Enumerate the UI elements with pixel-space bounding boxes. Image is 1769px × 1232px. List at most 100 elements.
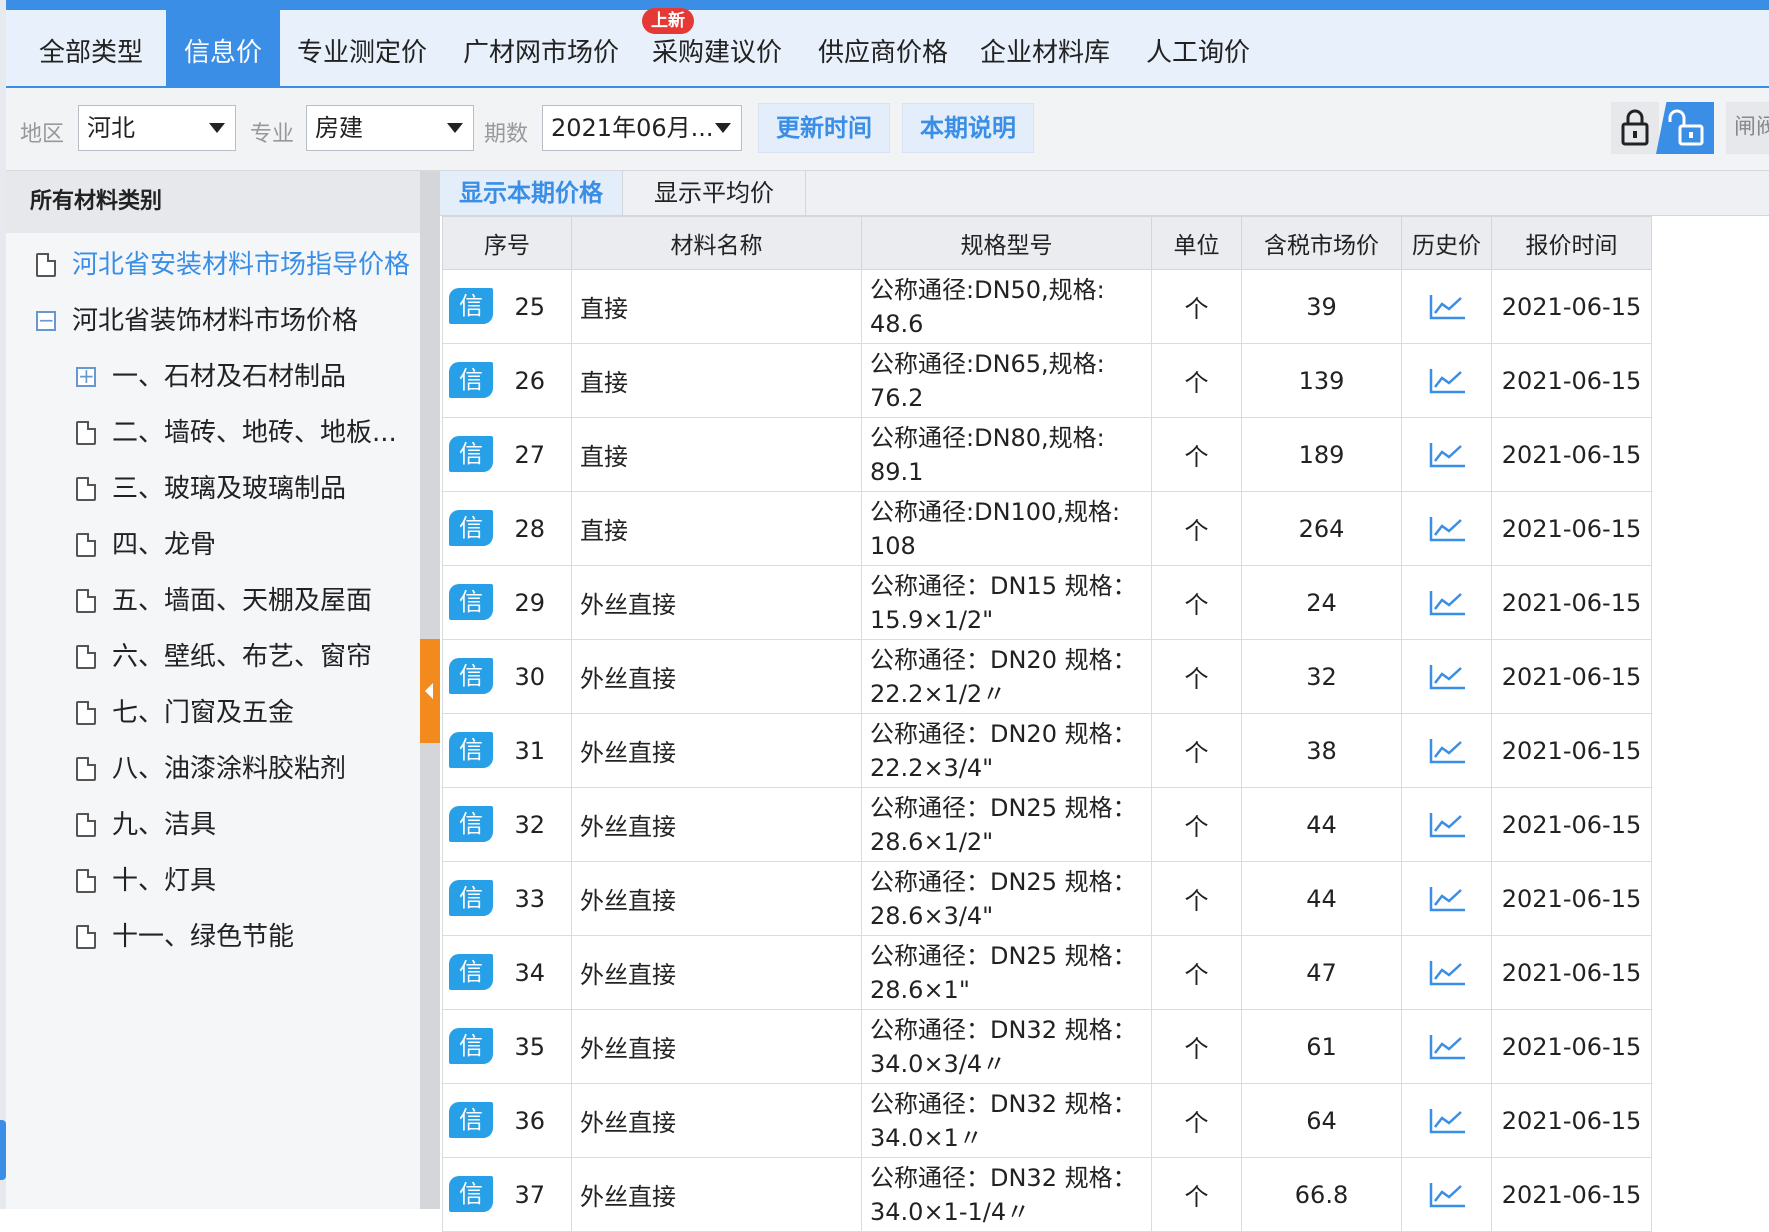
region-select[interactable]: 河北 [78,105,236,151]
col-header-price[interactable]: 含税市场价 [1241,216,1402,270]
tab-professional-price[interactable]: 专业测定价 [288,10,436,86]
update-time-button[interactable]: 更新时间 [758,103,890,153]
cell-no: 信 32 [442,787,572,862]
cell-history[interactable] [1401,639,1492,714]
col-header-name[interactable]: 材料名称 [571,216,862,270]
tree-item-doors-hardware[interactable]: 七、门窗及五金 [70,693,410,733]
line-chart-icon [1429,1182,1465,1207]
info-price-badge-icon[interactable]: 信 [449,658,493,694]
cell-history[interactable] [1401,861,1492,936]
table-row[interactable]: 信 36 外丝直接 公称通径：DN32 规格： 34.0×1〃个 64 2021-06-1… [442,1083,1652,1158]
tree-item-keel[interactable]: 四、龙骨 [70,525,410,565]
cell-spec: 公称通径：DN25 规格： 28.6×1" [861,935,1152,1010]
cell-spec: 公称通径：DN25 规格： 28.6×3/4" [861,861,1152,936]
tree-item-green-energy[interactable]: 十一、绿色节能 [70,917,410,957]
cell-history[interactable] [1401,565,1492,640]
col-header-history[interactable]: 历史价 [1401,216,1492,270]
period-note-button[interactable]: 本期说明 [902,103,1034,153]
info-price-badge-icon[interactable]: 信 [449,584,493,620]
info-price-badge-icon[interactable]: 信 [449,510,493,546]
info-price-badge-icon[interactable]: 信 [449,288,493,324]
cell-history[interactable] [1401,1157,1492,1232]
info-price-badge-icon[interactable]: 信 [449,1028,493,1064]
tree-item-paint[interactable]: 八、油漆涂料胶粘剂 [70,749,410,789]
info-price-badge-icon[interactable]: 信 [449,436,493,472]
line-chart-icon [1429,1108,1465,1133]
table-row[interactable]: 信 25 直接 公称通径:DN50,规格: 48.6 个 39 2021-06-15 [442,269,1652,344]
tree-item-label: 八、油漆涂料胶粘剂 [112,754,347,784]
dropdown-arrow-icon [209,123,225,133]
col-header-date[interactable]: 报价时间 [1491,216,1652,270]
major-select[interactable]: 房建 [306,105,474,151]
unlock-button[interactable] [1656,102,1714,154]
tab-current-price[interactable]: 显示本期价格 [440,171,623,215]
row-number: 34 [514,958,545,987]
cell-price: 32 [1241,639,1402,714]
tree-item-wall-ceiling[interactable]: 五、墙面、天棚及屋面 [70,581,410,621]
tree-item-hebei-decoration[interactable]: − 河北省装饰材料市场价格 [30,301,410,341]
document-icon [76,869,96,893]
line-chart-icon [1429,294,1465,319]
info-price-badge-icon[interactable]: 信 [449,732,493,768]
tree-item-lighting[interactable]: 十、灯具 [70,861,410,901]
tab-average-price[interactable]: 显示平均价 [623,171,806,215]
line-chart-icon [1429,738,1465,763]
row-number: 26 [514,366,545,395]
col-header-spec[interactable]: 规格型号 [861,216,1152,270]
info-price-badge-icon[interactable]: 信 [449,954,493,990]
info-price-badge-icon[interactable]: 信 [449,1102,493,1138]
cell-no: 信 33 [442,861,572,936]
line-chart-icon [1429,590,1465,615]
period-select[interactable]: 2021年06月... [542,105,742,151]
cell-price: 24 [1241,565,1402,640]
cell-history[interactable] [1401,935,1492,1010]
table-row[interactable]: 信 28 直接 公称通径:DN100,规格: 108 个 264 2021-06-15 [442,491,1652,566]
tree-item-tiles[interactable]: 二、墙砖、地砖、地板... [70,413,410,453]
tree-item-stone[interactable]: + 一、石材及石材制品 [70,357,410,397]
info-price-badge-icon[interactable]: 信 [449,362,493,398]
table-row[interactable]: 信 33 外丝直接 公称通径：DN25 规格： 28.6×3/4" 个 44 2021-06… [442,861,1652,936]
cell-history[interactable] [1401,787,1492,862]
tree-item-glass[interactable]: 三、玻璃及玻璃制品 [70,469,410,509]
cell-history[interactable] [1401,491,1492,566]
info-price-badge-icon[interactable]: 信 [449,806,493,842]
table-row[interactable]: 信 27 直接 公称通径:DN80,规格: 89.1 个 189 2021-06-15 [442,417,1652,492]
cell-history[interactable] [1401,269,1492,344]
cell-history[interactable] [1401,1083,1492,1158]
tab-all-types[interactable]: 全部类型 [20,10,162,86]
lock-button[interactable] [1611,102,1659,154]
cell-history[interactable] [1401,1009,1492,1084]
table-row[interactable]: 信 34 外丝直接 公称通径：DN25 规格： 28.6×1" 个 47 2021-06-1… [442,935,1652,1010]
cell-material-name: 外丝直接 [571,787,862,862]
table-row[interactable]: 信 26 直接 公称通径:DN65,规格: 76.2 个 139 2021-06-15 [442,343,1652,418]
col-header-no[interactable]: 序号 [442,216,572,270]
table-row[interactable]: 信 31 外丝直接 公称通径：DN20 规格： 22.2×3/4" 个 38 2021-06… [442,713,1652,788]
cell-material-name: 直接 [571,491,862,566]
cell-history[interactable] [1401,417,1492,492]
tab-enterprise-library[interactable]: 企业材料库 [972,10,1118,86]
table-row[interactable]: 信 29 外丝直接 公称通径：DN15 规格： 15.9×1/2" 个 24 2021-06… [442,565,1652,640]
unlock-icon [1668,109,1704,146]
info-price-badge-icon[interactable]: 信 [449,880,493,916]
tab-manual-inquiry[interactable]: 人工询价 [1136,10,1260,86]
cell-history[interactable] [1401,713,1492,788]
tree-item-wallpaper[interactable]: 六、壁纸、布艺、窗帘 [70,637,410,677]
tab-supplier-price[interactable]: 供应商价格 [810,10,956,86]
valve-shortcut-button[interactable]: 闸阀 [1726,102,1769,154]
tab-market-price[interactable]: 广材网市场价 [454,10,628,86]
table-row[interactable]: 信 35 外丝直接 公称通径：DN32 规格： 34.0×3/4〃个 61 2021-06… [442,1009,1652,1084]
expand-icon: + [76,364,96,388]
row-number: 27 [514,440,545,469]
cell-history[interactable] [1401,343,1492,418]
info-price-badge-icon[interactable]: 信 [449,1176,493,1212]
col-header-unit[interactable]: 单位 [1151,216,1242,270]
cell-spec: 公称通径：DN20 规格： 22.2×1/2〃 [861,639,1152,714]
table-row[interactable]: 信 32 外丝直接 公称通径：DN25 规格： 28.6×1/2" 个 44 2021-06… [442,787,1652,862]
tree-item-sanitary[interactable]: 九、洁具 [70,805,410,845]
panel-splitter[interactable] [420,171,440,1209]
table-row[interactable]: 信 30 外丝直接 公称通径：DN20 规格： 22.2×1/2〃个 32 2021-06… [442,639,1652,714]
collapse-sidebar-handle[interactable] [420,639,440,743]
tab-info-price[interactable]: 信息价 [166,10,280,86]
row-number: 37 [514,1180,545,1209]
table-row[interactable]: 信 37 外丝直接 公称通径：DN32 规格： 34.0×1-1/4〃个 66.8 202… [442,1157,1652,1232]
